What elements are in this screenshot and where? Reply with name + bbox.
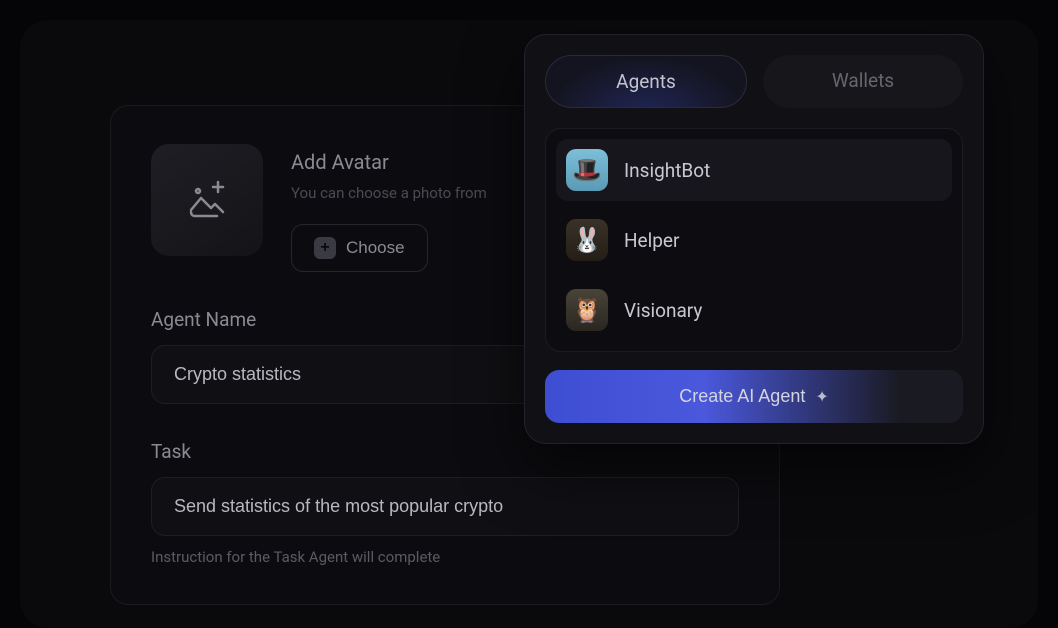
- agent-item-helper[interactable]: 🐰 Helper: [556, 209, 952, 271]
- agent-list: 🎩 InsightBot 🐰 Helper 🦉 Visionary: [545, 128, 963, 352]
- tabs: Agents Wallets: [545, 55, 963, 108]
- choose-file-button[interactable]: + Choose: [291, 224, 428, 272]
- task-hint: Instruction for the Task Agent will comp…: [151, 548, 739, 566]
- avatar-icon-visionary: 🦉: [566, 289, 608, 331]
- agent-item-visionary[interactable]: 🦉 Visionary: [556, 279, 952, 341]
- avatar-icon-helper: 🐰: [566, 219, 608, 261]
- plus-icon: +: [314, 237, 336, 259]
- task-field: Task Instruction for the Task Agent will…: [151, 440, 739, 566]
- sparkle-icon: ✦: [815, 387, 828, 407]
- create-agent-label: Create AI Agent: [679, 386, 805, 407]
- task-input[interactable]: [151, 477, 739, 536]
- tab-wallets[interactable]: Wallets: [763, 55, 963, 108]
- avatar-upload-box[interactable]: [151, 144, 263, 256]
- image-add-icon: [185, 178, 229, 222]
- agent-name-label: Helper: [624, 229, 679, 252]
- agents-panel: Agents Wallets 🎩 InsightBot 🐰 Helper 🦉 V…: [524, 34, 984, 444]
- main-card: Add Avatar You can choose a photo from +…: [20, 20, 1038, 628]
- agent-name-label: InsightBot: [624, 159, 710, 182]
- avatar-icon-insightbot: 🎩: [566, 149, 608, 191]
- agent-item-insightbot[interactable]: 🎩 InsightBot: [556, 139, 952, 201]
- agent-name-label: Visionary: [624, 299, 702, 322]
- tab-agents[interactable]: Agents: [545, 55, 747, 108]
- choose-file-label: Choose: [346, 238, 405, 258]
- create-agent-button[interactable]: Create AI Agent ✦: [545, 370, 963, 423]
